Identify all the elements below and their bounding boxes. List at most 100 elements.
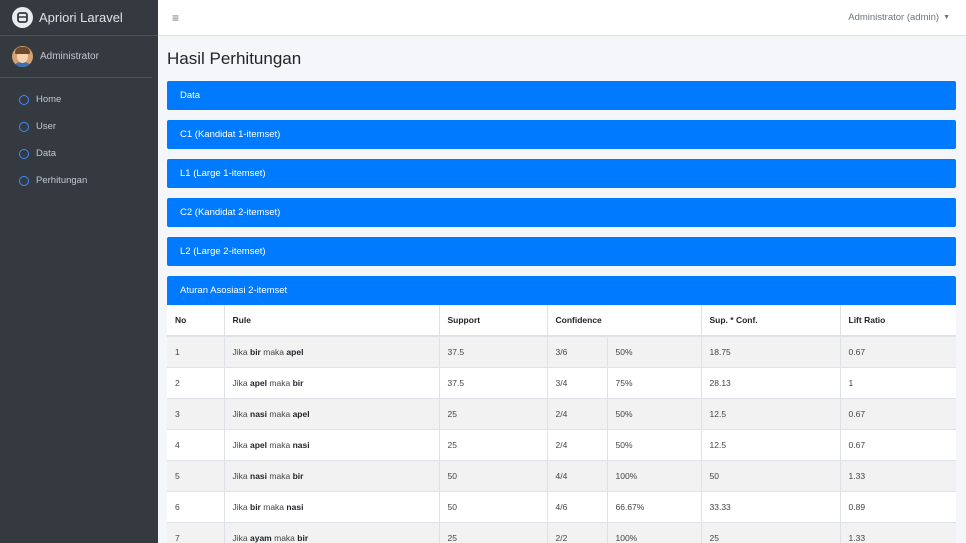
cell-no: 1 [167,335,224,367]
table-row: 2 Jika apel maka bir 37.5 3/4 75% 28.13 1 [167,366,956,398]
avatar [12,46,33,67]
panel-assoc-rules[interactable]: Aturan Asosiasi 2-itemset [167,276,956,305]
cell-lift: 1 [839,366,956,398]
circle-icon [19,121,29,132]
circle-icon [19,148,29,159]
cell-supconf: 50 [700,459,840,491]
menu-toggle-icon[interactable]: ≡ [172,11,179,25]
caret-down-icon: ▼ [943,14,950,21]
cell-supconf: 18.75 [700,335,840,367]
cell-rule: Jika bir maka apel [223,335,439,367]
cell-confidence-fraction: 4/6 [546,490,607,522]
rule-antecedent: nasi [250,470,268,481]
cell-confidence-fraction: 3/4 [546,366,607,398]
circle-icon [19,94,29,105]
rule-word: Jika [232,532,248,543]
cell-support: 25 [438,521,547,543]
cell-confidence-percent: 100% [606,459,701,491]
rule-word: maka [269,408,291,419]
rule-antecedent: apel [250,439,268,450]
table-row: 4 Jika apel maka nasi 25 2/4 50% 12.5 0.67 [167,428,956,460]
user-panel[interactable]: Administrator [0,36,152,78]
sidebar-item-label: Data [36,148,57,159]
assoc-rules-card: Aturan Asosiasi 2-itemset No Rule Suppor… [167,276,956,543]
cell-supconf: 33.33 [700,490,840,522]
cell-confidence-fraction: 2/4 [546,428,607,460]
sidebar-item-user[interactable]: User [0,113,158,140]
cell-rule: Jika nasi maka bir [223,459,439,491]
rule-antecedent: nasi [250,408,268,419]
rule-antecedent: bir [250,501,261,512]
cell-rule: Jika bir maka nasi [223,490,439,522]
table-row: 3 Jika nasi maka apel 25 2/4 50% 12.5 0.67 [167,397,956,429]
cell-confidence-fraction: 2/4 [546,397,607,429]
user-dropdown[interactable]: Administrator (admin) ▼ [848,12,950,23]
cell-lift: 1.33 [839,521,956,543]
rule-consequent: apel [286,346,304,357]
panel-data[interactable]: Data [167,81,956,110]
col-header-support: Support [438,305,547,337]
sidebar-item-label: Home [36,94,62,105]
sidebar-item-label: User [36,121,57,132]
sidebar-item-home[interactable]: Home [0,86,158,113]
cell-rule: Jika apel maka nasi [223,428,439,460]
circle-icon [19,175,29,186]
cell-confidence-fraction: 4/4 [546,459,607,491]
brand-name: Apriori Laravel [39,10,123,25]
cell-rule: Jika nasi maka apel [223,397,439,429]
cell-supconf: 12.5 [700,428,840,460]
table-row: 7 Jika ayam maka bir 25 2/2 100% 25 1.33 [167,521,956,543]
cell-lift: 0.67 [839,335,956,367]
cell-lift: 1.33 [839,459,956,491]
panel-l2[interactable]: L2 (Large 2-itemset) [167,237,956,266]
brand-link[interactable]: Apriori Laravel [0,0,158,36]
cell-supconf: 28.13 [700,366,840,398]
table-header-row: No Rule Support Confidence Sup. * Conf. … [167,305,956,337]
rule-word: Jika [232,346,248,357]
rule-consequent: bir [297,532,309,543]
cell-confidence-percent: 100% [606,521,701,543]
sidebar-user-name: Administrator [40,51,99,62]
col-header-supconf: Sup. * Conf. [700,305,840,337]
rule-antecedent: apel [250,377,268,388]
sidebar-item-perhitungan[interactable]: Perhitungan [0,167,158,194]
cell-lift: 0.89 [839,490,956,522]
cell-support: 25 [438,397,547,429]
rule-consequent: bir [292,470,304,481]
cell-support: 37.5 [438,335,547,367]
sidebar-item-data[interactable]: Data [0,140,158,167]
rule-word: Jika [232,439,248,450]
rule-word: Jika [232,470,248,481]
cell-support: 50 [438,490,547,522]
rule-word: maka [263,501,285,512]
cell-no: 2 [167,366,224,398]
cell-confidence-fraction: 3/6 [546,335,607,367]
table-row: 5 Jika nasi maka bir 50 4/4 100% 50 1.33 [167,459,956,491]
cell-rule: Jika apel maka bir [223,366,439,398]
rule-antecedent: ayam [250,532,272,543]
cell-confidence-percent: 50% [606,397,701,429]
rule-word: Jika [232,377,248,388]
col-header-rule: Rule [223,305,439,337]
cell-no: 6 [167,490,224,522]
rule-word: maka [263,346,285,357]
table-row: 1 Jika bir maka apel 37.5 3/6 50% 18.75 0.67 [167,335,956,367]
page-title: Hasil Perhitungan [167,48,302,68]
cell-no: 3 [167,397,224,429]
rule-consequent: bir [292,377,304,388]
rule-word: maka [269,377,291,388]
cell-confidence-percent: 75% [606,366,701,398]
panel-l1[interactable]: L1 (Large 1-itemset) [167,159,956,188]
cell-rule: Jika ayam maka bir [223,521,439,543]
cell-confidence-fraction: 2/2 [546,521,607,543]
cell-confidence-percent: 50% [606,335,701,367]
rule-consequent: nasi [292,439,310,450]
rule-antecedent: bir [250,346,261,357]
cell-no: 4 [167,428,224,460]
panel-c1[interactable]: C1 (Kandidat 1-itemset) [167,120,956,149]
cell-no: 7 [167,521,224,543]
cell-lift: 0.67 [839,428,956,460]
rule-word: Jika [232,501,248,512]
sidebar-nav: Home User Data Perhitungan [0,78,158,194]
panel-c2[interactable]: C2 (Kandidat 2-itemset) [167,198,956,227]
